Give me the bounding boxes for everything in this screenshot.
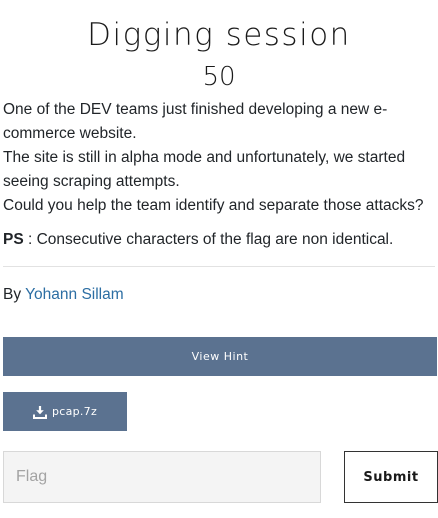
description-line: One of the DEV teams just finished devel… — [3, 101, 388, 142]
submit-button[interactable]: Submit — [344, 451, 438, 503]
challenge-description: One of the DEV teams just finished devel… — [0, 98, 438, 252]
challenge-points: 50 — [202, 62, 236, 92]
divider — [3, 266, 435, 267]
author-line: By Yohann Sillam — [3, 283, 435, 307]
ps-note: PS : Consecutive characters of the flag … — [3, 228, 435, 252]
author-prefix: By — [3, 286, 26, 303]
flag-input[interactable] — [3, 451, 321, 503]
challenge-title: Digging session — [87, 17, 351, 53]
ps-text: : Consecutive characters of the flag are… — [23, 231, 394, 248]
description-line: Could you help the team identify and sep… — [3, 197, 424, 214]
download-icon — [32, 405, 47, 419]
view-hint-button[interactable]: View Hint — [3, 337, 437, 376]
file-download-button[interactable]: pcap.7z — [3, 392, 127, 431]
hint-label: View Hint — [191, 350, 249, 363]
description-line: The site is still in alpha mode and unfo… — [3, 149, 406, 190]
author-link[interactable]: Yohann Sillam — [25, 286, 124, 303]
ps-label: PS — [3, 231, 24, 248]
file-label: pcap.7z — [51, 405, 98, 418]
